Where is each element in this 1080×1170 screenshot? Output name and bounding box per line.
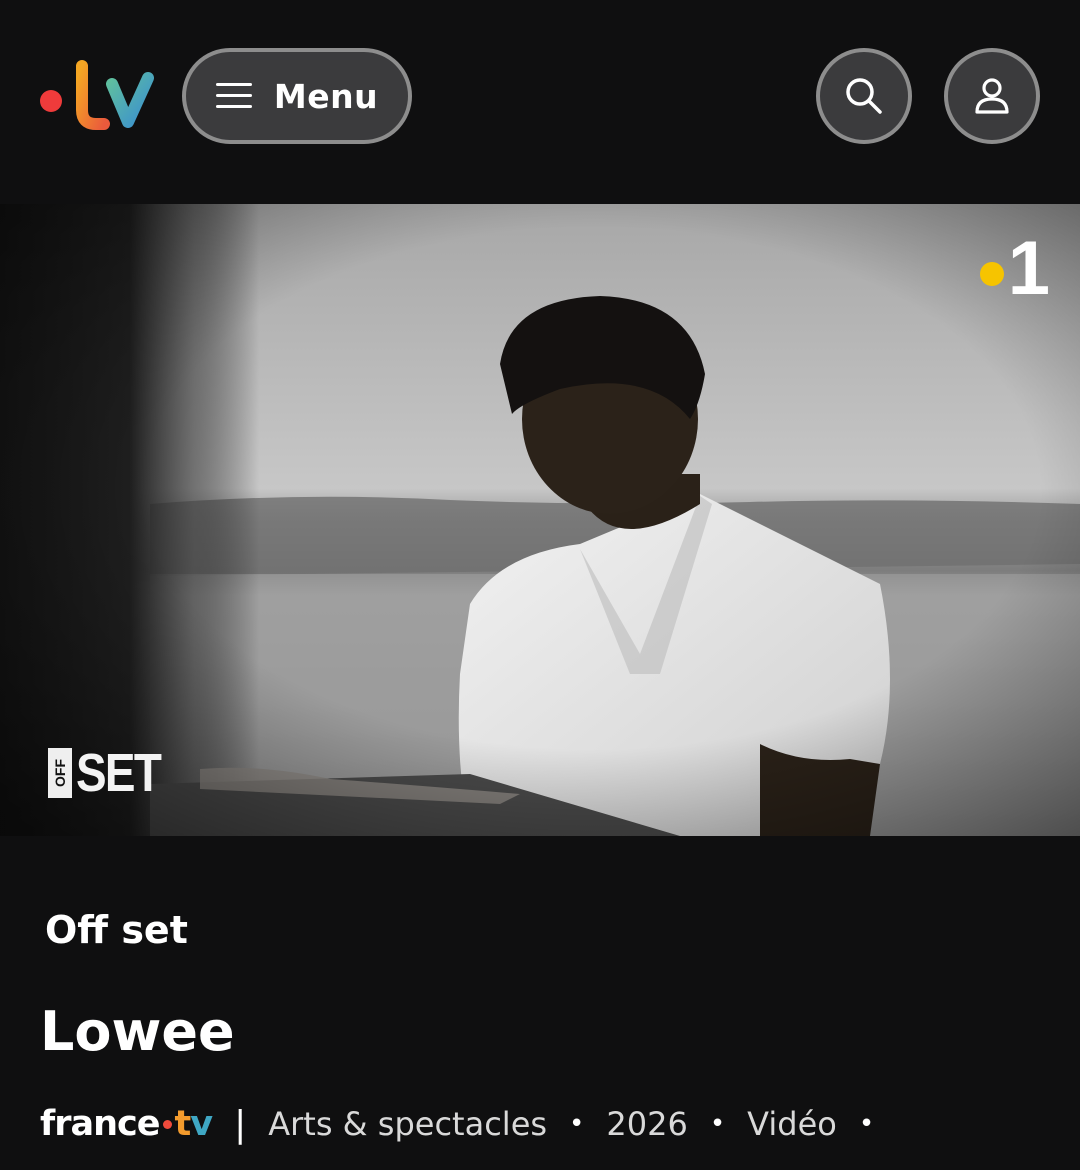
metadata-row: france t v | Arts & spectacles • 2026 • Vi…: [40, 1100, 896, 1148]
type-label: Vidéo: [747, 1105, 837, 1143]
program-title[interactable]: Off set: [45, 908, 188, 952]
channel-dot: [979, 262, 1004, 286]
account-button[interactable]: [944, 48, 1040, 144]
brand-word: france: [40, 1104, 161, 1144]
video-thumbnail: [0, 204, 1080, 836]
video-player[interactable]: 1 OFF SET: [0, 204, 1080, 836]
show-logo-large: SET: [76, 743, 162, 803]
brand-dot: [162, 1120, 172, 1129]
brand-v: v: [190, 1104, 213, 1144]
top-header: Menu: [0, 0, 1080, 200]
show-logo-small: OFF: [48, 748, 72, 798]
search-button[interactable]: [816, 48, 912, 144]
channel-badge: 1: [979, 226, 1050, 311]
channel-number: 1: [1007, 226, 1050, 311]
francetv-brand-logo: france t v: [40, 1104, 213, 1144]
brand-t: t: [174, 1104, 192, 1144]
bullet-separator: •: [858, 1109, 875, 1139]
hamburger-icon: [215, 83, 252, 109]
search-icon: [846, 78, 882, 114]
bullet-separator: •: [569, 1109, 585, 1139]
show-logo: OFF SET: [48, 743, 175, 803]
category-label[interactable]: Arts & spectacles: [268, 1105, 547, 1143]
user-icon: [975, 78, 1009, 114]
bullet-separator: •: [709, 1109, 726, 1139]
separator: |: [234, 1103, 247, 1145]
menu-label: Menu: [273, 76, 379, 116]
menu-button[interactable]: Menu: [182, 48, 412, 144]
francetv-logo[interactable]: [38, 58, 158, 134]
episode-title: Lowee: [40, 1000, 235, 1063]
year-label: 2026: [606, 1105, 688, 1143]
